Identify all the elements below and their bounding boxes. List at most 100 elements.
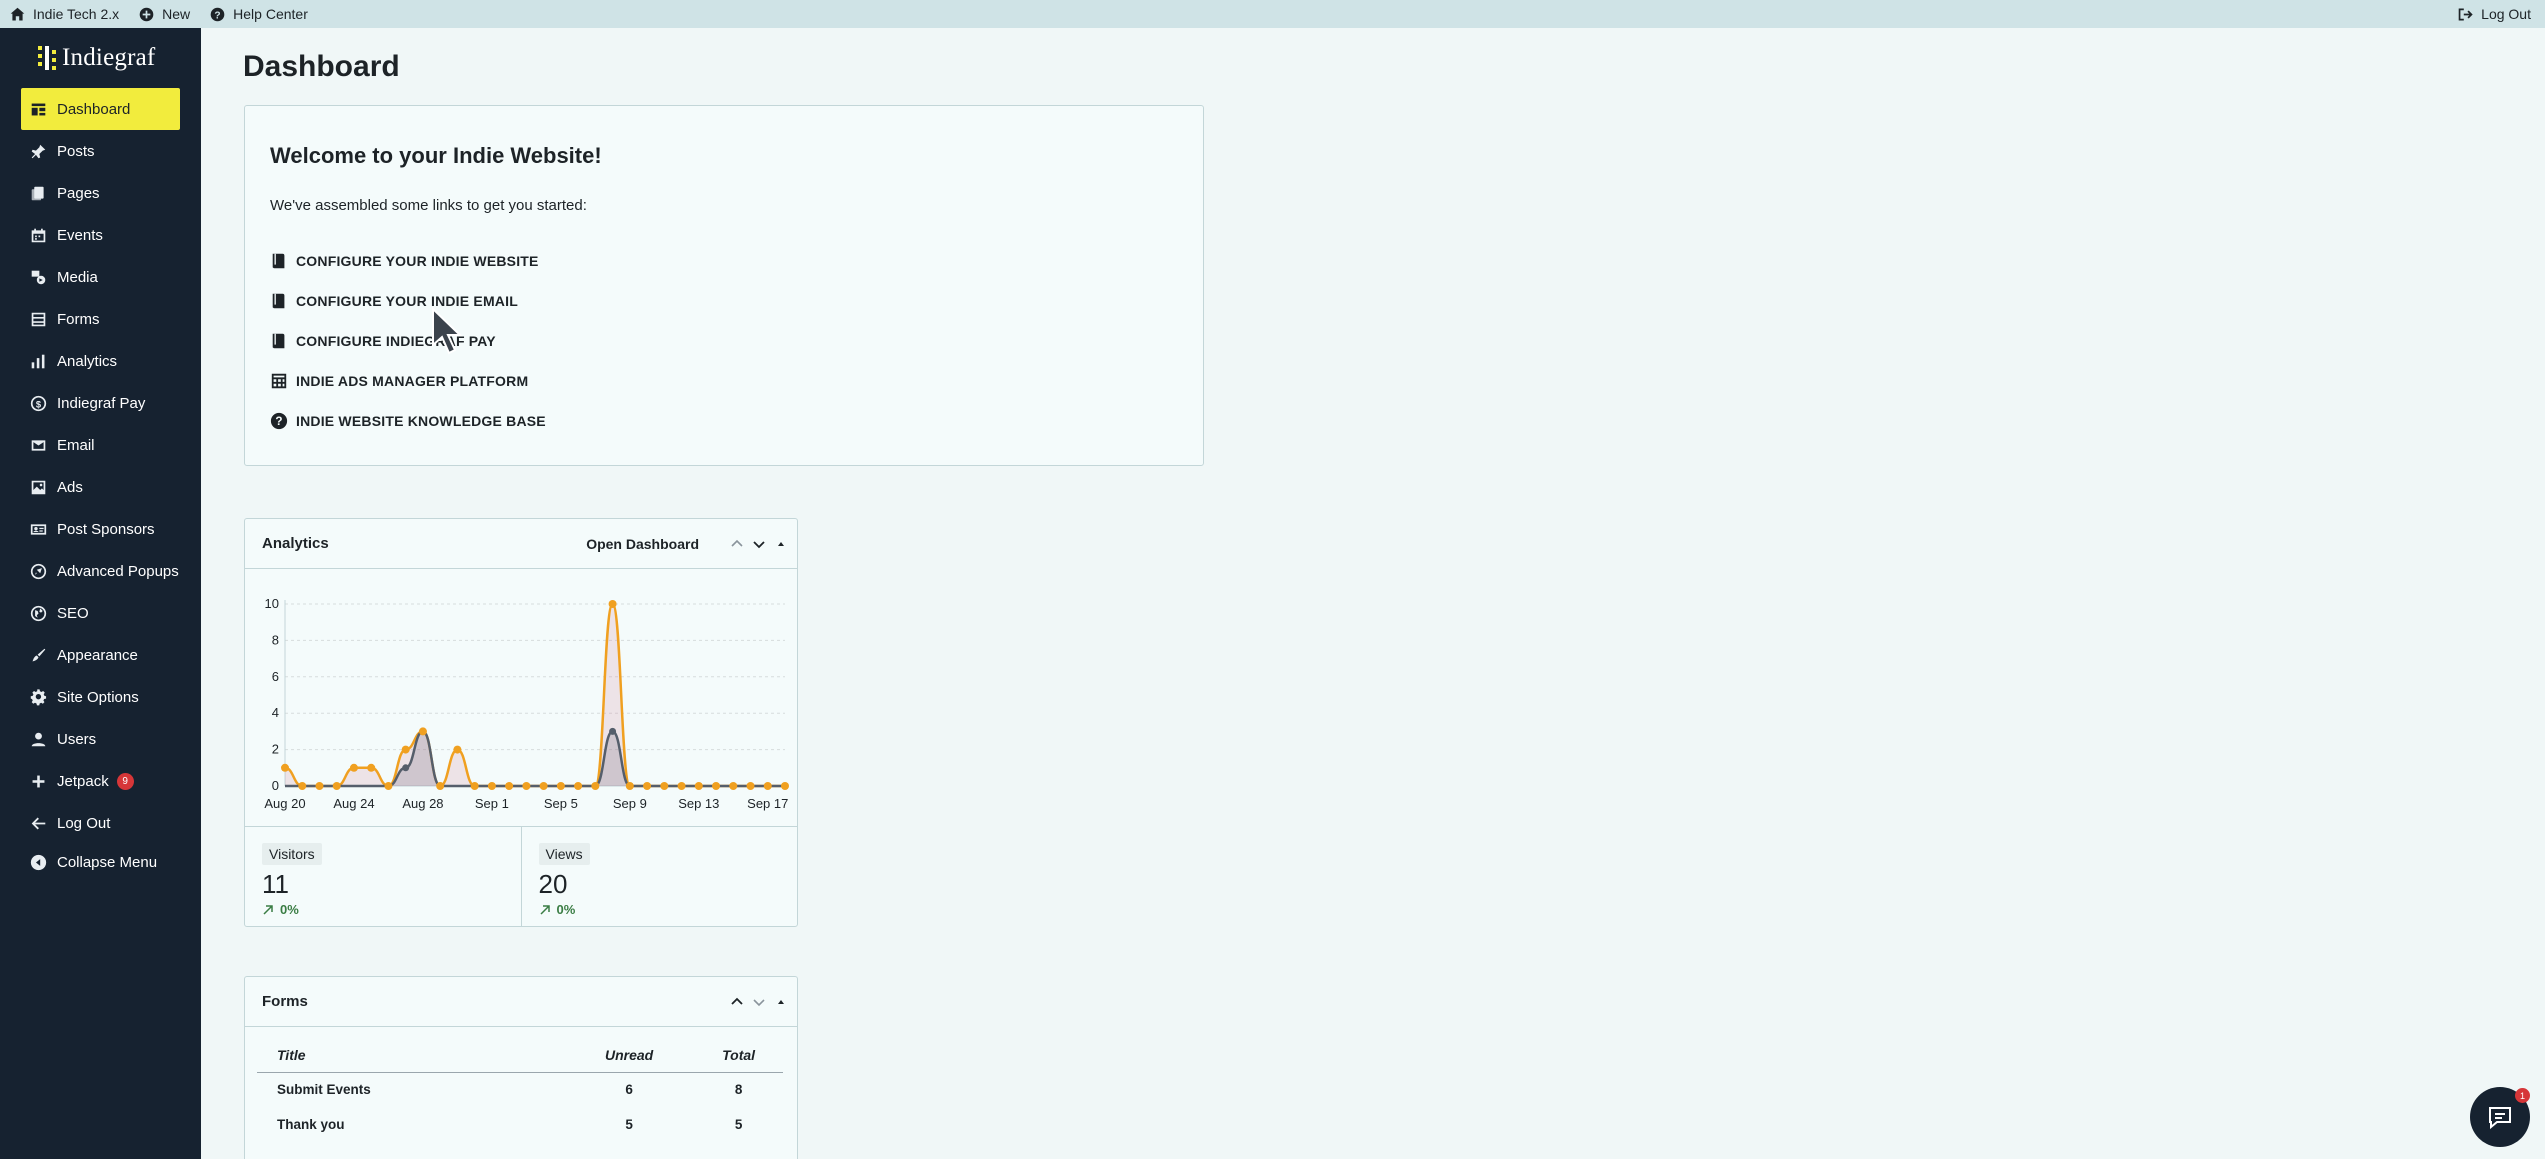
admin-bar: Indie Tech 2.x New ? Help Center Log Out: [0, 0, 2545, 28]
chat-icon: [2489, 1107, 2511, 1130]
x-tick-label: Aug 20: [264, 796, 305, 811]
bar-chart-icon: [31, 354, 45, 368]
sidebar-item-email[interactable]: Email: [0, 424, 201, 466]
sidebar-item-indiegraf-pay[interactable]: $ Indiegraf Pay: [0, 382, 201, 424]
trend-up-icon: [539, 904, 550, 915]
visitors-point: [402, 764, 410, 772]
views-point: [763, 782, 772, 790]
views-point: [591, 782, 600, 790]
logo-text: Indiegraf: [62, 44, 156, 71]
welcome-link-label: CONFIGURE YOUR INDIE WEBSITE: [296, 253, 539, 269]
site-name-label: Indie Tech 2.x: [33, 6, 120, 22]
sidebar-item-events[interactable]: Events: [0, 214, 201, 256]
sidebar-item-dashboard[interactable]: Dashboard: [21, 88, 180, 130]
sidebar-item-label: Media: [57, 268, 98, 286]
views-point: [539, 782, 548, 790]
views-point: [608, 600, 617, 608]
jetpack-badge: 9: [116, 772, 134, 790]
welcome-link-configure-your-indie-email[interactable]: CONFIGURE YOUR INDIE EMAIL: [270, 292, 518, 310]
x-tick-label: Sep 1: [475, 796, 509, 811]
sidebar-item-label: SEO: [57, 604, 89, 622]
sidebar-item-media[interactable]: Media: [0, 256, 201, 298]
help-center-label: Help Center: [233, 6, 308, 22]
form-total: 8: [734, 1082, 743, 1098]
col-title: Title: [257, 1039, 565, 1073]
globe-icon: [30, 605, 47, 621]
views-area: [285, 604, 785, 786]
media-icon: [31, 270, 46, 284]
forms-widget: Forms Title Unread Total Submit Events 6 8…: [244, 976, 798, 1159]
sidebar-item-seo[interactable]: SEO: [0, 592, 201, 634]
x-tick-label: Sep 5: [544, 796, 578, 811]
svg-text:?: ?: [215, 10, 221, 21]
sidebar-item-appearance[interactable]: Appearance: [0, 634, 201, 676]
chevron-down-icon[interactable]: [751, 536, 767, 552]
sidebar-item-collapse-menu[interactable]: Collapse Menu: [0, 844, 201, 880]
plus-icon: [32, 775, 45, 787]
views-point: [781, 782, 789, 790]
help-center-link[interactable]: ? Help Center: [200, 0, 318, 28]
views-point: [401, 745, 410, 754]
sidebar-item-pages[interactable]: Pages: [0, 172, 201, 214]
sidebar-item-advanced-popups[interactable]: Advanced Popups: [0, 550, 201, 592]
form-title[interactable]: Thank you: [257, 1107, 564, 1142]
email-icon: [31, 439, 46, 451]
views-point: [315, 782, 324, 790]
welcome-link-label: INDIE WEBSITE KNOWLEDGE BASE: [296, 413, 546, 429]
form-title[interactable]: Submit Events: [257, 1072, 564, 1107]
analytics-chart: 0 2 4 6 8 10 Aug 20 Aug 24 Aug 28 Sep 1 Sep 5 Sep 9…: [264, 596, 789, 811]
logo[interactable]: Indiegraf: [0, 28, 201, 88]
arrow-left-icon: [31, 817, 46, 829]
table-row[interactable]: Submit Events 6 8: [257, 1072, 783, 1107]
sidebar-item-site-options[interactable]: Site Options: [0, 676, 201, 718]
form-unread: 5: [625, 1117, 633, 1132]
y-tick-label: 8: [272, 632, 279, 647]
sidebar-item-ads[interactable]: Ads: [0, 466, 201, 508]
sidebar-item-log-out[interactable]: Log Out: [0, 802, 201, 844]
sidebar-item-forms[interactable]: Forms: [0, 298, 201, 340]
sidebar-item-users[interactable]: Users: [0, 718, 201, 760]
table-row[interactable]: Thank you 5 5: [257, 1107, 783, 1142]
y-tick-label: 10: [265, 596, 279, 611]
new-link[interactable]: New: [129, 0, 200, 28]
collapse-triangle-icon[interactable]: [773, 536, 789, 552]
x-tick-label: Aug 28: [402, 796, 443, 811]
welcome-link-indie-ads-manager-platform[interactable]: INDIE ADS MANAGER PLATFORM: [270, 372, 528, 390]
collapse-triangle-icon[interactable]: [773, 994, 789, 1010]
welcome-link-configure-your-indie-website[interactable]: CONFIGURE YOUR INDIE WEBSITE: [270, 252, 539, 270]
views-point: [660, 782, 669, 790]
views-point: [746, 782, 755, 790]
analytics-stats: Visitors 11 0% Views 20 0%: [245, 826, 797, 926]
sidebar-item-label: Ads: [57, 478, 83, 496]
welcome-intro: We've assembled some links to get you st…: [270, 197, 587, 214]
views-point: [281, 763, 289, 772]
col-total: Total: [694, 1039, 783, 1073]
sidebar-item-label: Events: [57, 226, 103, 244]
visitors-change: 0%: [262, 902, 504, 917]
chevron-down-icon[interactable]: [751, 994, 767, 1010]
sidebar-item-jetpack[interactable]: Jetpack 9: [0, 760, 201, 802]
welcome-link-indie-website-knowledge-base[interactable]: ? INDIE WEBSITE KNOWLEDGE BASE: [270, 412, 546, 430]
views-point: [349, 763, 358, 772]
forms-icon: [31, 312, 46, 326]
views-point: [522, 782, 531, 790]
sidebar-item-analytics[interactable]: Analytics: [0, 340, 201, 382]
x-tick-label: Aug 24: [333, 796, 374, 811]
chevron-up-icon[interactable]: [729, 994, 745, 1010]
sidebar-item-post-sponsors[interactable]: Post Sponsors: [0, 508, 201, 550]
views-point: [556, 782, 565, 790]
open-dashboard-link[interactable]: Open Dashboard: [586, 536, 699, 552]
site-name-link[interactable]: Indie Tech 2.x: [0, 0, 129, 28]
sidebar-item-label: Collapse Menu: [57, 853, 158, 871]
x-tick-label: Sep 9: [613, 796, 647, 811]
col-unread: Unread: [564, 1039, 695, 1073]
help-circle-icon: ?: [210, 7, 225, 21]
logout-link[interactable]: Log Out: [2448, 0, 2545, 28]
sidebar-item-label: Jetpack: [57, 772, 109, 790]
views-point: [332, 782, 341, 790]
sidebar-item-posts[interactable]: Posts: [0, 130, 201, 172]
sidebar: Indiegraf Dashboard Posts Pages Events Media…: [0, 28, 201, 1159]
pin-icon: [31, 144, 46, 158]
logout-icon: [2458, 8, 2473, 20]
chevron-up-icon[interactable]: [729, 536, 745, 552]
